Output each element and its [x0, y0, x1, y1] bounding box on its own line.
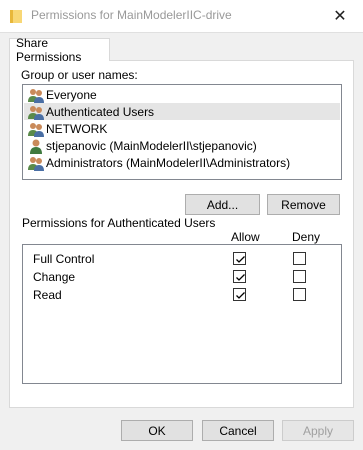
deny-header: Deny: [292, 230, 321, 244]
close-icon: ✕: [333, 7, 347, 25]
deny-checkbox-full-control[interactable]: [293, 252, 306, 265]
deny-checkbox-read[interactable]: [293, 288, 306, 301]
user-label: Administrators (MainModelerII\Administra…: [46, 155, 291, 170]
list-item-network[interactable]: NETWORK: [24, 120, 340, 137]
allow-checkbox-change[interactable]: [233, 270, 246, 283]
permission-row-change: Change: [23, 268, 341, 286]
group-icon: [28, 121, 44, 137]
permission-row-full-control: Full Control: [23, 250, 341, 268]
allow-checkbox-full-control[interactable]: [233, 252, 246, 265]
permission-row-read: Read: [23, 286, 341, 304]
title-bar: Permissions for MainModelerIIC-drive ✕: [0, 0, 363, 32]
allow-checkbox-read[interactable]: [233, 288, 246, 301]
list-item-administrators[interactable]: Administrators (MainModelerII\Administra…: [24, 154, 340, 171]
list-item-authenticated-users[interactable]: Authenticated Users: [24, 103, 340, 120]
permission-name: Change: [33, 270, 76, 284]
tab-share-permissions[interactable]: Share Permissions: [9, 36, 110, 64]
user-label: stjepanovic (MainModelerII\stjepanovic): [46, 138, 257, 153]
list-item-stjepanovic[interactable]: stjepanovic (MainModelerII\stjepanovic): [24, 137, 340, 154]
permission-name: Read: [33, 288, 62, 302]
permission-name: Full Control: [33, 252, 95, 266]
user-label: NETWORK: [46, 121, 108, 136]
permissions-title: Permissions for Authenticated Users: [22, 216, 216, 230]
close-button[interactable]: ✕: [317, 0, 363, 31]
user-icon: [28, 138, 44, 154]
group-icon: [28, 104, 44, 120]
cancel-button[interactable]: Cancel: [202, 420, 274, 441]
group-names-label: Group or user names:: [21, 68, 138, 82]
deny-checkbox-change[interactable]: [293, 270, 306, 283]
group-icon: [28, 155, 44, 171]
permissions-list: Full Control Change Read: [22, 244, 342, 384]
tab-label: Share Permissions: [16, 36, 82, 64]
folder-icon: [10, 9, 22, 23]
user-label: Everyone: [46, 87, 97, 102]
allow-header: Allow: [231, 230, 260, 244]
window-title: Permissions for MainModelerIIC-drive: [31, 8, 232, 22]
list-item-everyone[interactable]: Everyone: [24, 86, 340, 103]
group-icon: [28, 87, 44, 103]
add-button[interactable]: Add...: [185, 194, 260, 215]
user-label: Authenticated Users: [46, 104, 155, 119]
apply-button[interactable]: Apply: [282, 420, 354, 441]
users-list[interactable]: Everyone Authenticated Users NETWORK stj…: [22, 84, 342, 180]
remove-button[interactable]: Remove: [267, 194, 340, 215]
ok-button[interactable]: OK: [121, 420, 193, 441]
